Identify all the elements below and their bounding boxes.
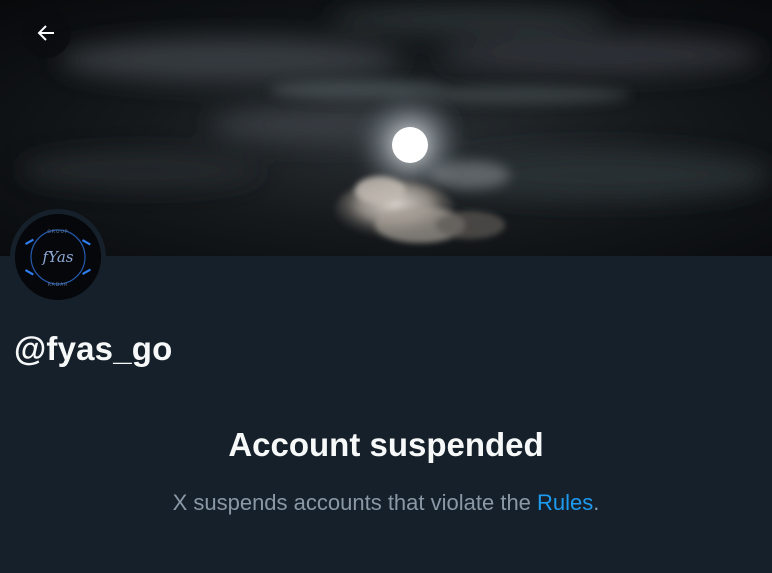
suspension-message-text: X suspends accounts that violate the bbox=[172, 490, 538, 515]
suspension-message-end: . bbox=[593, 490, 600, 515]
back-button[interactable] bbox=[21, 8, 71, 58]
avatar-logo-text: fYas bbox=[42, 248, 74, 266]
svg-text:RADAR: RADAR bbox=[48, 282, 69, 288]
avatar-image: GROUP RADAR fYas bbox=[15, 214, 101, 300]
suspension-message: X suspends accounts that violate the Rul… bbox=[0, 487, 772, 519]
avatar[interactable]: GROUP RADAR fYas bbox=[15, 214, 101, 300]
rules-link[interactable]: Rules bbox=[537, 490, 593, 515]
avatar-frame: GROUP RADAR fYas bbox=[10, 209, 106, 305]
profile-handle: @fyas_go bbox=[14, 330, 173, 367]
arrow-left-icon bbox=[37, 25, 54, 41]
suspension-title: Account suspended bbox=[228, 426, 544, 463]
profile-banner bbox=[0, 0, 772, 256]
svg-text:GROUP: GROUP bbox=[47, 229, 68, 235]
banner-image bbox=[0, 0, 772, 256]
